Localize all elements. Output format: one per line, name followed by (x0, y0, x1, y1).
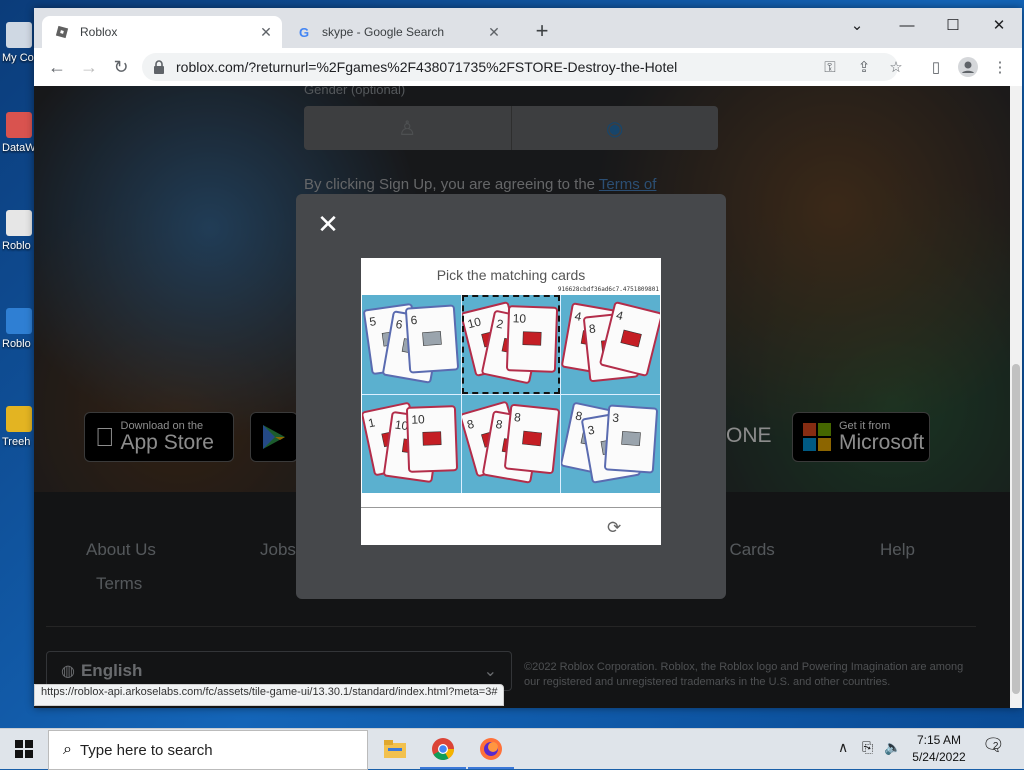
tab-title: skype - Google Search (322, 25, 445, 39)
minimize-button[interactable]: — (884, 10, 930, 40)
red-symbol (522, 331, 542, 346)
clock-date: 5/24/2022 (912, 750, 966, 764)
network-icon[interactable]: ⎘ (862, 739, 873, 756)
tab-close-icon[interactable]: ✕ (256, 24, 276, 41)
close-window-button[interactable]: ✕ (976, 10, 1022, 40)
maximize-button[interactable]: ☐ (930, 10, 976, 40)
desktop-icon-label: Roblo (2, 338, 31, 350)
system-clock[interactable]: 7:15 AM 5/24/2022 (906, 732, 972, 766)
captcha-tile[interactable]: 566 (362, 295, 461, 394)
desktop-icon-label: My Co (2, 52, 34, 64)
captcha-prompt: Pick the matching cards (436, 267, 586, 283)
card-number: 10 (512, 311, 526, 325)
address-url: roblox.com/?returnurl=%2Fgames%2F4380717… (176, 59, 678, 75)
windows-logo-icon (15, 740, 33, 758)
captcha-tile[interactable]: 888 (461, 394, 561, 493)
card-number: 6 (410, 313, 418, 327)
card-illustration: 566 (363, 303, 459, 384)
card-illustration: 484 (561, 301, 660, 383)
desktop-icon-label: Treeh (2, 436, 31, 448)
gray-symbol (422, 331, 442, 346)
status-bar-url: https://roblox-api.arkoselabs.com/fc/ass… (34, 684, 505, 706)
tab-skype-search[interactable]: G skype - Google Search ✕ (284, 16, 510, 48)
bookmark-star-icon[interactable]: ☆ (884, 55, 908, 79)
forward-arrow-icon[interactable]: → (76, 54, 102, 80)
notification-count: 2 (992, 741, 999, 752)
windows-start-button[interactable] (0, 729, 48, 769)
captcha-tile[interactable]: 484 (561, 295, 660, 394)
captcha-tile[interactable]: 1 10 10 (362, 394, 461, 493)
scrollbar-thumb[interactable] (1012, 364, 1020, 694)
notification-center-icon[interactable]: 🗨2 (982, 735, 1010, 756)
desktop-icon-my-computer[interactable]: My Co (2, 22, 38, 64)
desktop-icon-label: DataW (2, 142, 36, 154)
address-bar[interactable]: roblox.com/?returnurl=%2Fgames%2F4380717… (142, 53, 898, 81)
file-explorer-icon[interactable] (372, 731, 418, 767)
reload-icon[interactable]: ↻ (108, 54, 134, 80)
profile-avatar-icon[interactable] (956, 55, 980, 79)
roblox-shortcut-icon (6, 210, 32, 236)
captcha-modal: ✕ Pick the matching cards 916628cbdf36ad… (296, 194, 726, 599)
card-number: 10 (411, 412, 425, 426)
side-panel-icon[interactable]: ▯ (924, 55, 948, 79)
chrome-icon[interactable] (420, 731, 466, 769)
back-arrow-icon[interactable]: ← (44, 54, 70, 80)
desktop-icon-roblox-2[interactable]: Roblo (2, 308, 38, 350)
taskbar-search-box[interactable]: ⌕ Type here to search (48, 730, 368, 770)
red-symbol (521, 430, 542, 446)
close-icon[interactable]: ✕ (316, 211, 340, 237)
tab-strip: Roblox ✕ G skype - Google Search ✕ + ⌄ —… (34, 8, 1022, 48)
desktop-icon-treehouse[interactable]: Treeh (2, 406, 38, 448)
roblox-shortcut-icon (6, 308, 32, 334)
captcha-frame: Pick the matching cards 916628cbdf36ad6c… (361, 258, 661, 545)
lock-icon (154, 60, 164, 74)
tab-roblox[interactable]: Roblox ✕ (42, 16, 282, 48)
captcha-tile-grid: 5 6 6 10 2 10 4 8 4 1 10 10 8 8 8 8 3 3 (362, 295, 660, 493)
chevron-down-icon[interactable]: ⌄ (834, 10, 880, 40)
firefox-icon[interactable] (468, 731, 514, 769)
key-icon[interactable]: ⚿ (818, 55, 842, 79)
captcha-divider (361, 507, 661, 508)
card-illustration: 888 (461, 400, 560, 483)
taskbar: ⌕ Type here to search ∧ ⎘ 🔈 7:15 AM 5/24… (0, 728, 1024, 770)
app-shortcut-icon (6, 112, 32, 138)
computer-icon (6, 22, 32, 48)
page-viewport: Gender (optional) ♙ ◉ By clicking Sign U… (34, 86, 1010, 708)
red-symbol (422, 430, 442, 446)
card-illustration: 10 2 10 (461, 301, 558, 384)
new-tab-button[interactable]: + (528, 20, 556, 44)
browser-window: Roblox ✕ G skype - Google Search ✕ + ⌄ —… (34, 8, 1022, 708)
roblox-favicon-icon (54, 24, 70, 40)
browser-toolbar: ← → ↻ roblox.com/?returnurl=%2Fgames%2F4… (34, 48, 1022, 87)
tab-close-icon[interactable]: ✕ (484, 24, 504, 41)
desktop-icon-dataw[interactable]: DataW (2, 112, 38, 154)
card-number: 3 (612, 410, 620, 424)
refresh-icon[interactable]: ⟳ (607, 518, 621, 538)
desktop-icon-label: Roblo (2, 240, 31, 252)
kebab-menu-icon[interactable]: ⋮ (988, 55, 1012, 79)
gray-symbol (621, 430, 642, 446)
taskbar-search-placeholder: Type here to search (79, 741, 213, 759)
captcha-session-id: 916628cbdf36ad6c7.4751809801 (557, 286, 659, 293)
desktop-icon-roblox-1[interactable]: Roblo (2, 210, 38, 252)
search-icon: ⌕ (63, 741, 72, 758)
card-illustration: 833 (561, 401, 659, 483)
tab-title: Roblox (80, 25, 118, 39)
captcha-tile[interactable]: 833 (561, 394, 660, 493)
google-g-icon: G (298, 24, 310, 40)
volume-icon[interactable]: 🔈 (884, 739, 901, 756)
captcha-tile[interactable]: 10 2 10 (461, 295, 561, 394)
chevron-up-icon[interactable]: ∧ (838, 739, 848, 756)
page-scrollbar[interactable] (1010, 86, 1022, 708)
folder-shortcut-icon (6, 406, 32, 432)
card-illustration: 1 10 10 (362, 401, 458, 483)
share-icon[interactable]: ⇪ (852, 55, 876, 79)
clock-time: 7:15 AM (916, 733, 962, 747)
